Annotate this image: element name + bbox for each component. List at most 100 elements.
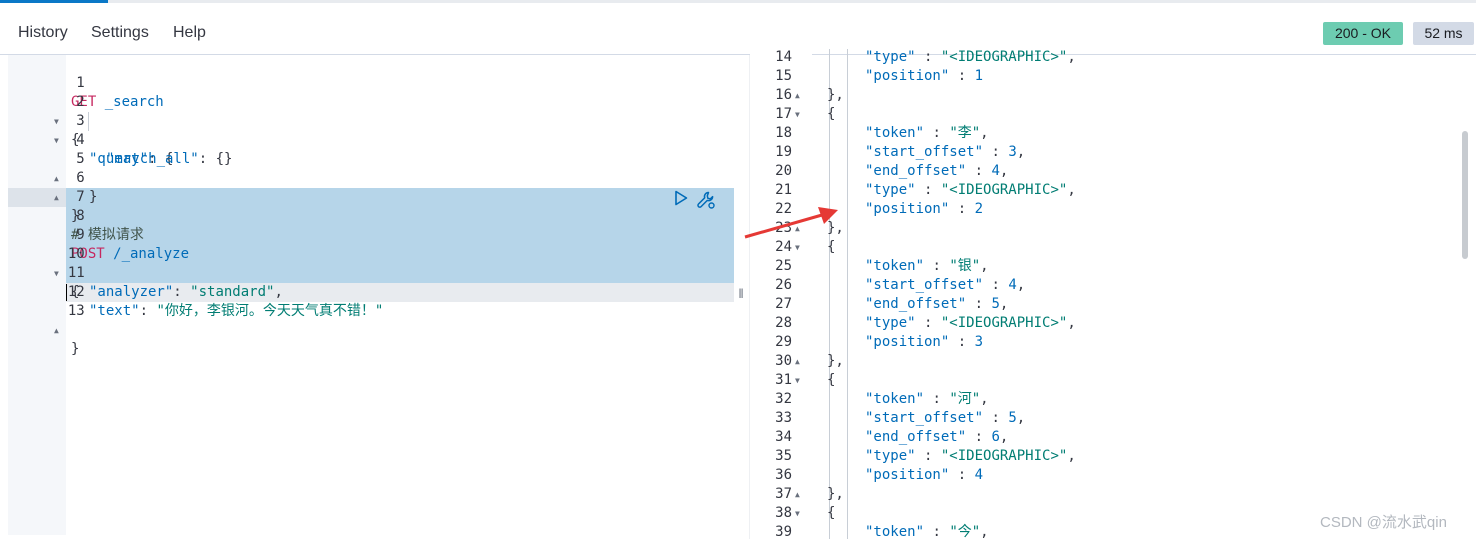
json-key: "type" bbox=[865, 182, 916, 198]
code-text: : bbox=[915, 182, 941, 198]
caret-up-icon[interactable]: ▲ bbox=[795, 86, 800, 105]
active-tab-indicator bbox=[0, 0, 108, 3]
status-badge: 200 - OK bbox=[1323, 22, 1403, 45]
line-number: 6 bbox=[76, 170, 85, 186]
annotation-arrow bbox=[744, 207, 838, 239]
code-text: : bbox=[949, 334, 975, 350]
code-text: { bbox=[827, 505, 836, 521]
code-text: , bbox=[1067, 448, 1076, 464]
json-key: "start_offset" bbox=[865, 144, 984, 160]
line-number: 38 bbox=[775, 505, 792, 521]
caret-down-icon[interactable]: ▼ bbox=[795, 105, 800, 124]
json-number: 4 bbox=[1008, 277, 1017, 293]
json-string: "河" bbox=[949, 391, 981, 407]
play-icon[interactable] bbox=[674, 190, 688, 210]
code-text: : bbox=[139, 303, 157, 319]
caret-up-icon[interactable]: ▲ bbox=[54, 321, 59, 340]
json-key: "position" bbox=[865, 467, 950, 483]
code-line: 6 ▲ } bbox=[8, 150, 85, 224]
caret-up-icon[interactable]: ▲ bbox=[795, 352, 800, 371]
line-number: 7 bbox=[76, 189, 85, 205]
line-number: 34 bbox=[775, 429, 792, 445]
code-text: { bbox=[827, 372, 836, 388]
code-text: , bbox=[980, 391, 989, 407]
line-number: 39 bbox=[775, 524, 792, 539]
code-text: , bbox=[1016, 144, 1026, 160]
code-text: : bbox=[924, 524, 950, 539]
caret-down-icon[interactable]: ▼ bbox=[795, 371, 800, 390]
code-text: , bbox=[980, 258, 989, 274]
code-text: , bbox=[999, 296, 1009, 312]
json-key: "end_offset" bbox=[865, 296, 967, 312]
code-text: : bbox=[924, 125, 950, 141]
code-text: , bbox=[1016, 277, 1026, 293]
json-key: "analyzer" bbox=[89, 284, 174, 300]
line-number: 13 bbox=[67, 303, 85, 319]
json-key: "position" bbox=[865, 68, 950, 84]
line-number: 26 bbox=[775, 277, 792, 293]
json-string: "<IDEOGRAPHIC>" bbox=[940, 448, 1068, 464]
json-string: "你好，李银河。今天天气真不错！" bbox=[156, 303, 384, 319]
code-line: 3 ▼ "query": { bbox=[8, 93, 173, 167]
line-number: 15 bbox=[775, 68, 792, 84]
code-text: , bbox=[1016, 410, 1026, 426]
code-text: : bbox=[983, 144, 1009, 160]
code-text: , bbox=[980, 524, 989, 539]
request-time-badge: 52 ms bbox=[1413, 22, 1474, 45]
line-number: 37 bbox=[775, 486, 792, 502]
code-line: 10 ▼ { bbox=[8, 226, 85, 300]
json-key: "end_offset" bbox=[865, 429, 967, 445]
response-scrollbar[interactable] bbox=[1462, 131, 1468, 259]
code-text: : bbox=[915, 315, 941, 331]
line-number: 2 bbox=[76, 94, 85, 110]
caret-up-icon[interactable]: ▲ bbox=[795, 485, 800, 504]
line-number: 36 bbox=[775, 467, 792, 483]
line-number: 33 bbox=[775, 410, 792, 426]
line-number: 11 bbox=[67, 265, 85, 281]
code-line: 12 "text": "你好，李银河。今天天气真不错！" bbox=[8, 264, 383, 319]
menu-help[interactable]: Help bbox=[173, 24, 206, 42]
code-text: : bbox=[173, 284, 191, 300]
line-number: 5 bbox=[76, 151, 85, 167]
tab-bar-border bbox=[0, 0, 1476, 3]
line-number: 30 bbox=[775, 353, 792, 369]
json-key: "token" bbox=[865, 125, 925, 141]
caret-down-icon[interactable]: ▼ bbox=[795, 504, 800, 523]
pane-resize-handle[interactable]: ‖ bbox=[736, 286, 746, 302]
line-number: 31 bbox=[775, 372, 792, 388]
json-key: "type" bbox=[865, 448, 916, 464]
json-string: "今" bbox=[949, 524, 981, 539]
code-text: }, bbox=[827, 486, 844, 502]
json-key: "start_offset" bbox=[865, 277, 984, 293]
json-key: "end_offset" bbox=[865, 163, 967, 179]
request-editor[interactable]: 1 GET _search 2 ▼ { 3 ▼ "query": { 4 "ma… bbox=[8, 55, 734, 535]
line-number: 12 bbox=[67, 284, 85, 300]
line-number: 20 bbox=[775, 163, 792, 179]
json-string: "<IDEOGRAPHIC>" bbox=[940, 49, 1068, 65]
json-key: "token" bbox=[865, 524, 925, 539]
json-string: "<IDEOGRAPHIC>" bbox=[940, 315, 1068, 331]
code-text: : bbox=[949, 467, 975, 483]
code-text: }, bbox=[827, 353, 844, 369]
code-line: 2 ▼ { bbox=[8, 74, 85, 148]
line-number: 21 bbox=[775, 182, 792, 198]
code-text: : bbox=[966, 429, 992, 445]
json-key: "position" bbox=[865, 201, 950, 217]
line-number: 9 bbox=[76, 227, 85, 243]
code-text: : bbox=[966, 163, 992, 179]
json-number: 5 bbox=[1008, 410, 1017, 426]
menu-settings[interactable]: Settings bbox=[91, 24, 149, 42]
code-text: : bbox=[924, 258, 950, 274]
line-number: 25 bbox=[775, 258, 792, 274]
json-key: "token" bbox=[865, 258, 925, 274]
line-number: 8 bbox=[76, 208, 85, 224]
json-key: "type" bbox=[865, 49, 916, 65]
json-number: 3 bbox=[974, 334, 984, 350]
wrench-icon[interactable] bbox=[696, 190, 716, 214]
menu-history[interactable]: History bbox=[18, 24, 68, 42]
code-text: : bbox=[924, 391, 950, 407]
code-text: : bbox=[915, 49, 941, 65]
code-text: , bbox=[1067, 182, 1076, 198]
response-editor[interactable]: 14 "type" : "<IDEOGRAPHIC>", 15 "position" … bbox=[750, 49, 1462, 539]
line-number: 29 bbox=[775, 334, 792, 350]
